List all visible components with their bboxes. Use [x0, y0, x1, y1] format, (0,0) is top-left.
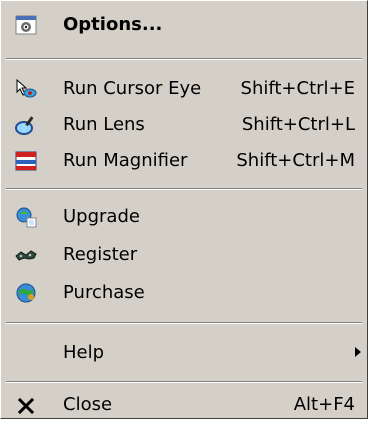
menu-item-label: Help	[63, 342, 105, 363]
menu-item-label: Close	[63, 394, 113, 415]
menu-separator	[6, 58, 362, 60]
menu-item-options[interactable]: Options...	[5, 7, 363, 43]
menu-item-shortcut: Shift+Ctrl+L	[241, 114, 355, 135]
menu-item-run-magnifier[interactable]: Run Magnifier Shift+Ctrl+M	[5, 143, 363, 179]
menu-item-label: Run Magnifier	[63, 150, 188, 171]
upgrade-icon	[15, 206, 37, 228]
menu-item-purchase[interactable]: Purchase	[5, 275, 363, 311]
menu-item-label: Options...	[63, 14, 163, 35]
menu-item-close[interactable]: Close Alt+F4	[5, 387, 363, 423]
menu-item-shortcut: Alt+F4	[293, 394, 355, 415]
magnifier-icon	[15, 150, 37, 172]
menu-separator	[6, 381, 362, 383]
menu-item-label: Upgrade	[63, 206, 140, 227]
menu-item-register[interactable]: Register	[5, 237, 363, 273]
menu-item-shortcut: Shift+Ctrl+M	[236, 150, 355, 171]
options-icon	[15, 14, 37, 36]
context-menu: Options... Run Cursor Eye Shift+Ctrl+E R…	[0, 0, 368, 419]
menu-item-run-lens[interactable]: Run Lens Shift+Ctrl+L	[5, 107, 363, 143]
menu-item-upgrade[interactable]: Upgrade	[5, 199, 363, 235]
menu-item-label: Purchase	[63, 282, 145, 303]
lens-icon	[15, 114, 37, 136]
menu-item-label: Run Cursor Eye	[63, 78, 202, 99]
menu-separator	[6, 322, 362, 324]
close-icon	[15, 394, 37, 416]
menu-separator	[6, 188, 362, 190]
menu-item-label: Run Lens	[63, 114, 145, 135]
submenu-arrow-icon	[355, 347, 361, 357]
cursor-eye-icon	[15, 78, 37, 100]
menu-item-run-cursor-eye[interactable]: Run Cursor Eye Shift+Ctrl+E	[5, 71, 363, 107]
purchase-icon	[15, 282, 37, 304]
menu-item-label: Register	[63, 244, 138, 265]
menu-item-help[interactable]: Help	[5, 335, 363, 371]
register-icon	[15, 244, 37, 266]
menu-item-shortcut: Shift+Ctrl+E	[240, 78, 355, 99]
